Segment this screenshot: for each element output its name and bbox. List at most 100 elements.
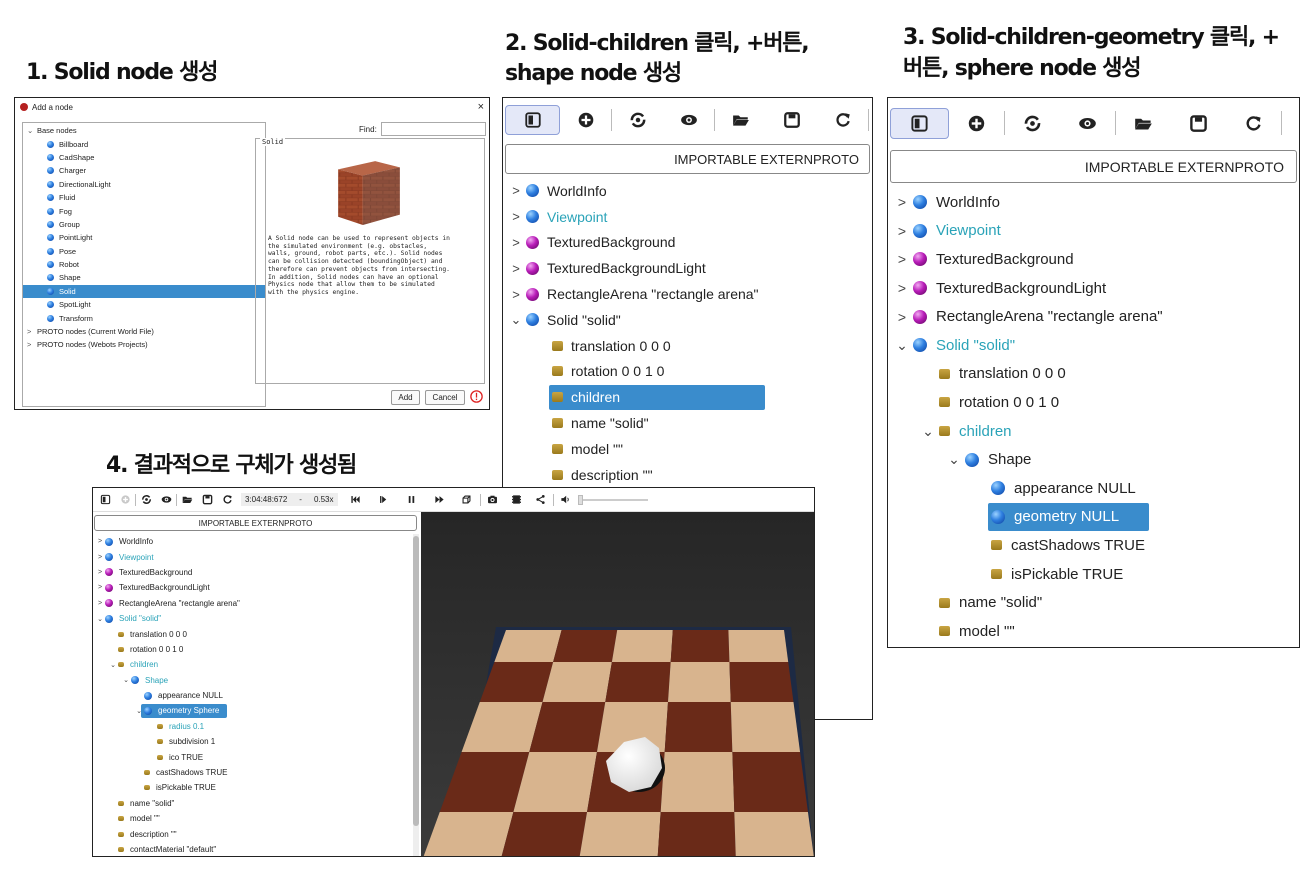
eye-button[interactable]	[156, 488, 176, 511]
chevron-right-icon[interactable]: >	[27, 327, 37, 336]
selected-tree-item[interactable]: geometry Sphere	[141, 703, 228, 719]
dialog-tree-item[interactable]: Fog	[23, 204, 265, 217]
panel-toggle-button[interactable]	[505, 105, 560, 135]
chevron-down-icon[interactable]: ⌄	[506, 312, 526, 328]
movie-button[interactable]	[505, 488, 529, 511]
chevron-right-icon[interactable]: >	[95, 600, 105, 607]
dialog-tree-item[interactable]: SpotLight	[23, 298, 265, 311]
scene-tree-item[interactable]: translation 0 0 0	[888, 360, 1299, 389]
reset-node-button[interactable]	[136, 488, 156, 511]
step-button[interactable]	[370, 488, 398, 511]
importable-externproto-button[interactable]: IMPORTABLE EXTERNPROTO	[94, 515, 417, 531]
dialog-tree-item[interactable]: Fluid	[23, 191, 265, 204]
scene-tree-item[interactable]: isPickable TRUE	[888, 560, 1299, 589]
dialog-tree-item[interactable]: Shape	[23, 271, 265, 284]
scene-tree-item[interactable]: appearance NULL	[888, 474, 1299, 503]
scene-tree-item[interactable]: appearance NULL	[93, 688, 419, 703]
scene-tree-item[interactable]: model ""	[888, 617, 1299, 646]
open-folder-button[interactable]	[1116, 108, 1171, 139]
scene-tree-item[interactable]: > Viewpoint	[93, 549, 419, 564]
scene-tree-item[interactable]: name "solid"	[888, 588, 1299, 617]
scene-tree-item[interactable]: ⌄ Solid "solid"	[503, 307, 872, 333]
scene-tree-item[interactable]: children	[503, 384, 872, 410]
disabled-add-button[interactable]	[115, 488, 135, 511]
scene-tree-item[interactable]: > Viewpoint	[888, 217, 1299, 246]
scene-tree-item[interactable]: geometry NULL	[888, 503, 1299, 532]
scene-tree-item[interactable]: > WorldInfo	[888, 188, 1299, 217]
scene-tree-item[interactable]: description ""	[93, 826, 419, 841]
scene-tree-item[interactable]: model ""	[93, 811, 419, 826]
scene-tree-item[interactable]: ⌄ geometry Sphere	[93, 703, 419, 719]
scene-tree-item[interactable]: rotation 0 0 1 0	[888, 388, 1299, 417]
share-button[interactable]	[529, 488, 553, 511]
chevron-right-icon[interactable]: >	[95, 538, 105, 545]
chevron-right-icon[interactable]: >	[95, 569, 105, 576]
scene-tree-item[interactable]: isPickable TRUE	[93, 780, 419, 795]
scene-tree-item[interactable]: ⌄ Solid "solid"	[93, 611, 419, 626]
save-button[interactable]	[1171, 108, 1226, 139]
chevron-right-icon[interactable]: >	[891, 280, 913, 296]
chevron-right-icon[interactable]: >	[891, 223, 913, 239]
chevron-right-icon[interactable]: >	[891, 309, 913, 325]
scene-tree-item[interactable]: ⌄ Shape	[93, 673, 419, 688]
chevron-down-icon[interactable]: ⌄	[891, 337, 913, 354]
scene-tree-item[interactable]: name "solid"	[503, 410, 872, 436]
scene-tree-item[interactable]: model ""	[503, 436, 872, 462]
chevron-right-icon[interactable]: >	[506, 235, 526, 250]
volume-slider[interactable]	[577, 494, 648, 505]
reset-node-button[interactable]	[612, 105, 663, 135]
scene-tree-item[interactable]: > RectangleArena "rectangle arena"	[888, 302, 1299, 331]
dialog-tree-item[interactable]: Billboard	[23, 137, 265, 150]
scene-tree-item[interactable]: rotation 0 0 1 0	[503, 359, 872, 385]
chevron-right-icon[interactable]: >	[95, 584, 105, 591]
scene-tree-item[interactable]: radius 0.1	[93, 719, 419, 734]
eye-button[interactable]	[663, 105, 714, 135]
close-icon[interactable]: ×	[478, 101, 484, 113]
dialog-tree-item[interactable]: DirectionalLight	[23, 178, 265, 191]
dialog-tree-item[interactable]: Charger	[23, 164, 265, 177]
chevron-right-icon[interactable]: >	[506, 287, 526, 302]
pause-button[interactable]	[398, 488, 426, 511]
open-folder-button[interactable]	[177, 488, 197, 511]
chevron-down-icon[interactable]: ⌄	[108, 661, 118, 669]
scene-tree-item[interactable]: ⌄ children	[888, 417, 1299, 446]
reset-node-button[interactable]	[1005, 108, 1060, 139]
camera-button[interactable]	[481, 488, 505, 511]
selected-tree-item[interactable]: geometry NULL	[988, 503, 1150, 531]
chevron-right-icon[interactable]: >	[891, 251, 913, 267]
find-input[interactable]	[380, 122, 486, 136]
scene-tree-item[interactable]: > TexturedBackgroundLight	[503, 255, 872, 281]
chevron-right-icon[interactable]: >	[27, 340, 37, 349]
scene-tree-item[interactable]: translation 0 0 0	[93, 626, 419, 641]
3d-viewport[interactable]	[421, 512, 814, 857]
add-node-button[interactable]	[949, 108, 1004, 139]
dialog-tree-item[interactable]: Solid	[23, 284, 265, 299]
cube-view-button[interactable]	[454, 488, 480, 511]
chevron-down-icon[interactable]: ⌄	[27, 126, 37, 135]
scrollbar-thumb[interactable]	[413, 536, 419, 826]
scene-tree-item[interactable]: ⌄ Solid "solid"	[888, 331, 1299, 360]
chevron-right-icon[interactable]: >	[95, 554, 105, 561]
dialog-tree-item[interactable]: Robot	[23, 258, 265, 271]
scene-tree-item[interactable]: > TexturedBackground	[888, 245, 1299, 274]
importable-externproto-button[interactable]: IMPORTABLE EXTERNPROTO	[890, 150, 1297, 183]
dialog-tree-item[interactable]: Group	[23, 218, 265, 231]
dialog-tree-item[interactable]: Pose	[23, 245, 265, 258]
dialog-tree-item[interactable]: Transform	[23, 311, 265, 324]
volume-button[interactable]	[554, 488, 578, 511]
scene-tree-item[interactable]: ico TRUE	[93, 749, 419, 764]
importable-externproto-button[interactable]: IMPORTABLE EXTERNPROTO	[505, 144, 870, 174]
panel-toggle-button[interactable]	[95, 488, 115, 511]
chevron-right-icon[interactable]: >	[506, 183, 526, 198]
scene-tree-item[interactable]: > Viewpoint	[503, 204, 872, 230]
scene-tree-item[interactable]: > RectangleArena "rectangle arena"	[503, 281, 872, 307]
scene-tree-item[interactable]: description ""	[503, 462, 872, 488]
scene-tree-item[interactable]: > RectangleArena "rectangle arena"	[93, 596, 419, 611]
slider-handle[interactable]	[577, 494, 583, 505]
reload-button[interactable]	[817, 105, 868, 135]
dialog-tree-item[interactable]: > PROTO nodes (Webots Projects)	[23, 338, 265, 351]
selected-tree-item[interactable]: children	[549, 384, 765, 410]
eye-button[interactable]	[1060, 108, 1115, 139]
dialog-tree-item[interactable]: CadShape	[23, 151, 265, 164]
chevron-down-icon[interactable]: ⌄	[917, 423, 939, 440]
